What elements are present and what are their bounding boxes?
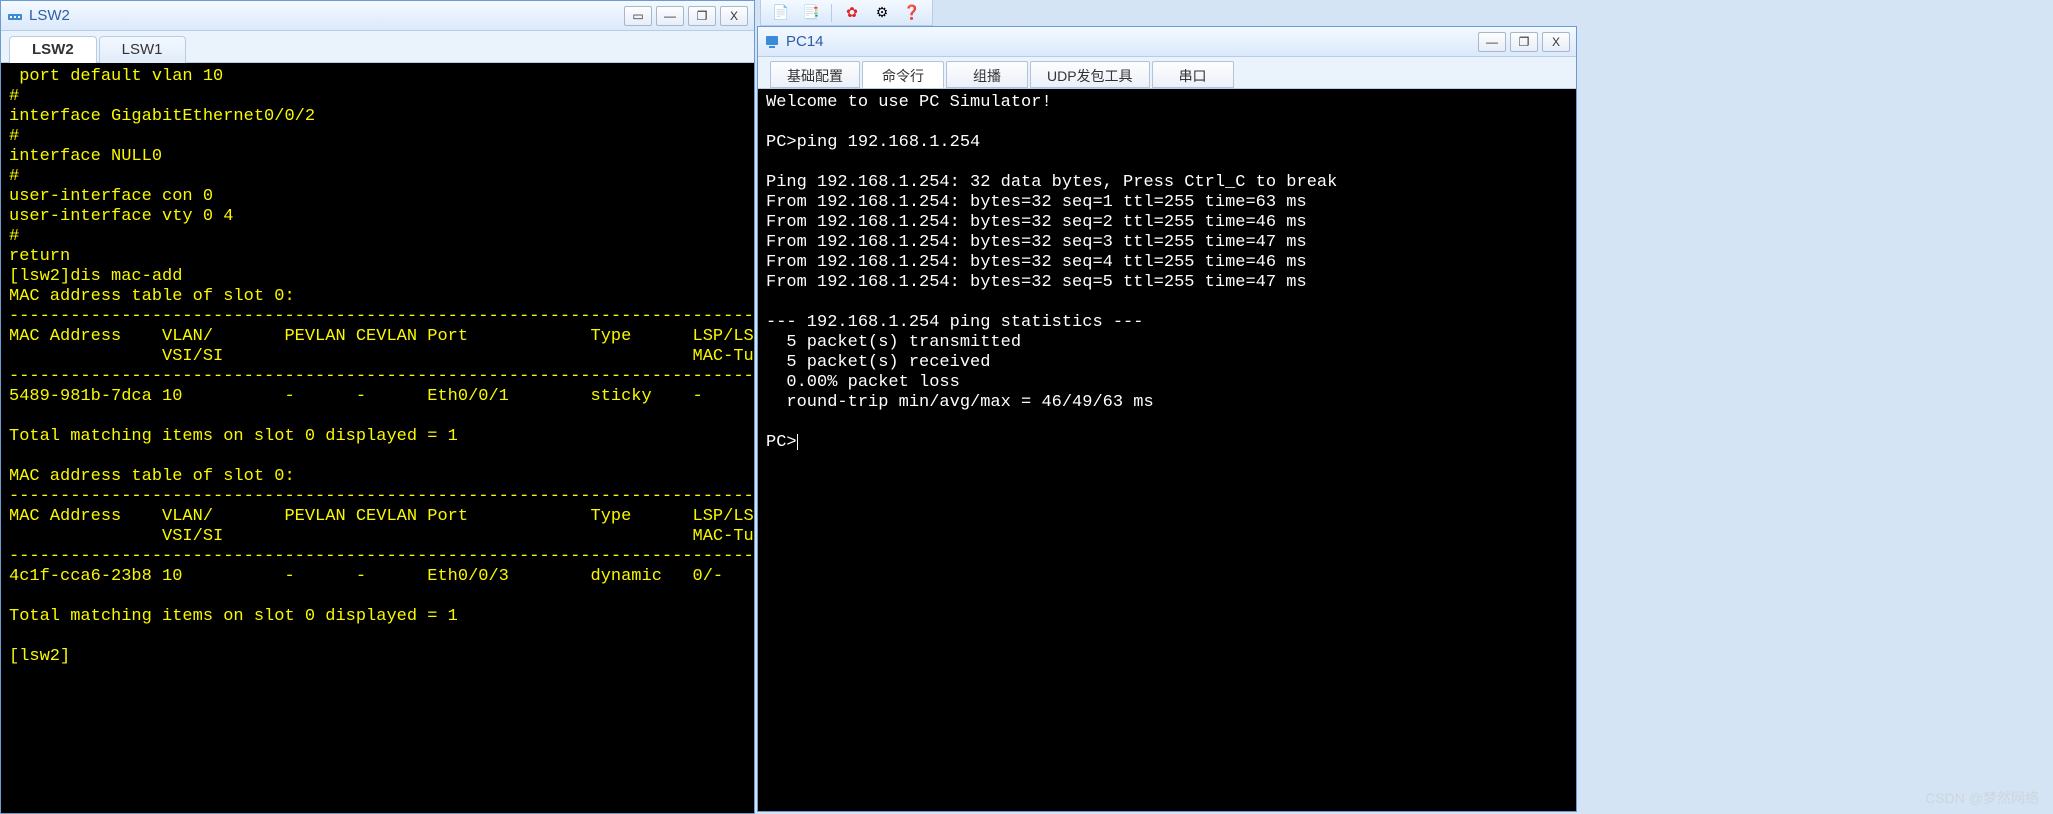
terminal-pc14[interactable]: Welcome to use PC Simulator! PC>ping 192…	[758, 89, 1576, 811]
sub-tab[interactable]: 命令行	[862, 61, 944, 88]
app-toolbar: 📄 📑 ✿ ⚙ ❓	[760, 0, 933, 26]
watermark: CSDN @梦然网络	[1925, 788, 2039, 808]
tab-lsw1[interactable]: LSW1	[99, 36, 186, 63]
close-button[interactable]: X	[1542, 32, 1570, 52]
help-icon[interactable]: ❓	[900, 3, 924, 23]
restore-button[interactable]: ❐	[1510, 32, 1538, 52]
restore-button[interactable]: ❐	[688, 6, 716, 26]
app-icon	[764, 34, 780, 50]
toolbar-separator	[831, 4, 832, 22]
sub-tab[interactable]: 基础配置	[770, 61, 860, 88]
tab-lsw2[interactable]: LSW2	[9, 36, 97, 63]
titlebar-pc14[interactable]: PC14 — ❐ X	[758, 27, 1576, 57]
window-title: LSW2	[29, 7, 624, 24]
menu-button[interactable]: ▭	[624, 6, 652, 26]
window-pc14: PC14 — ❐ X 基础配置命令行组播UDP发包工具串口 Welcome to…	[757, 26, 1577, 812]
window-buttons: — ❐ X	[1478, 32, 1570, 52]
close-button[interactable]: X	[720, 6, 748, 26]
sub-tab[interactable]: 组播	[946, 61, 1028, 88]
text-cursor	[797, 434, 798, 450]
sub-tab[interactable]: 串口	[1152, 61, 1234, 88]
app-icon	[7, 8, 23, 24]
doc-pair-icon[interactable]: 📑	[799, 3, 823, 23]
pc-sub-tabs: 基础配置命令行组播UDP发包工具串口	[758, 57, 1576, 89]
window-lsw2: LSW2 ▭ — ❐ X LSW2LSW1 port default vlan …	[0, 0, 755, 814]
flower-icon[interactable]: ✿	[840, 3, 864, 23]
window-buttons: ▭ — ❐ X	[624, 6, 748, 26]
minimize-button[interactable]: —	[656, 6, 684, 26]
device-tabs: LSW2LSW1	[1, 31, 754, 63]
doc-icon[interactable]: 📄	[769, 3, 793, 23]
minimize-button[interactable]: —	[1478, 32, 1506, 52]
sub-tab[interactable]: UDP发包工具	[1030, 61, 1150, 88]
gear-icon[interactable]: ⚙	[870, 3, 894, 23]
titlebar-lsw2[interactable]: LSW2 ▭ — ❐ X	[1, 1, 754, 31]
window-title: PC14	[786, 33, 1478, 50]
terminal-lsw2[interactable]: port default vlan 10 # interface Gigabit…	[1, 63, 754, 813]
